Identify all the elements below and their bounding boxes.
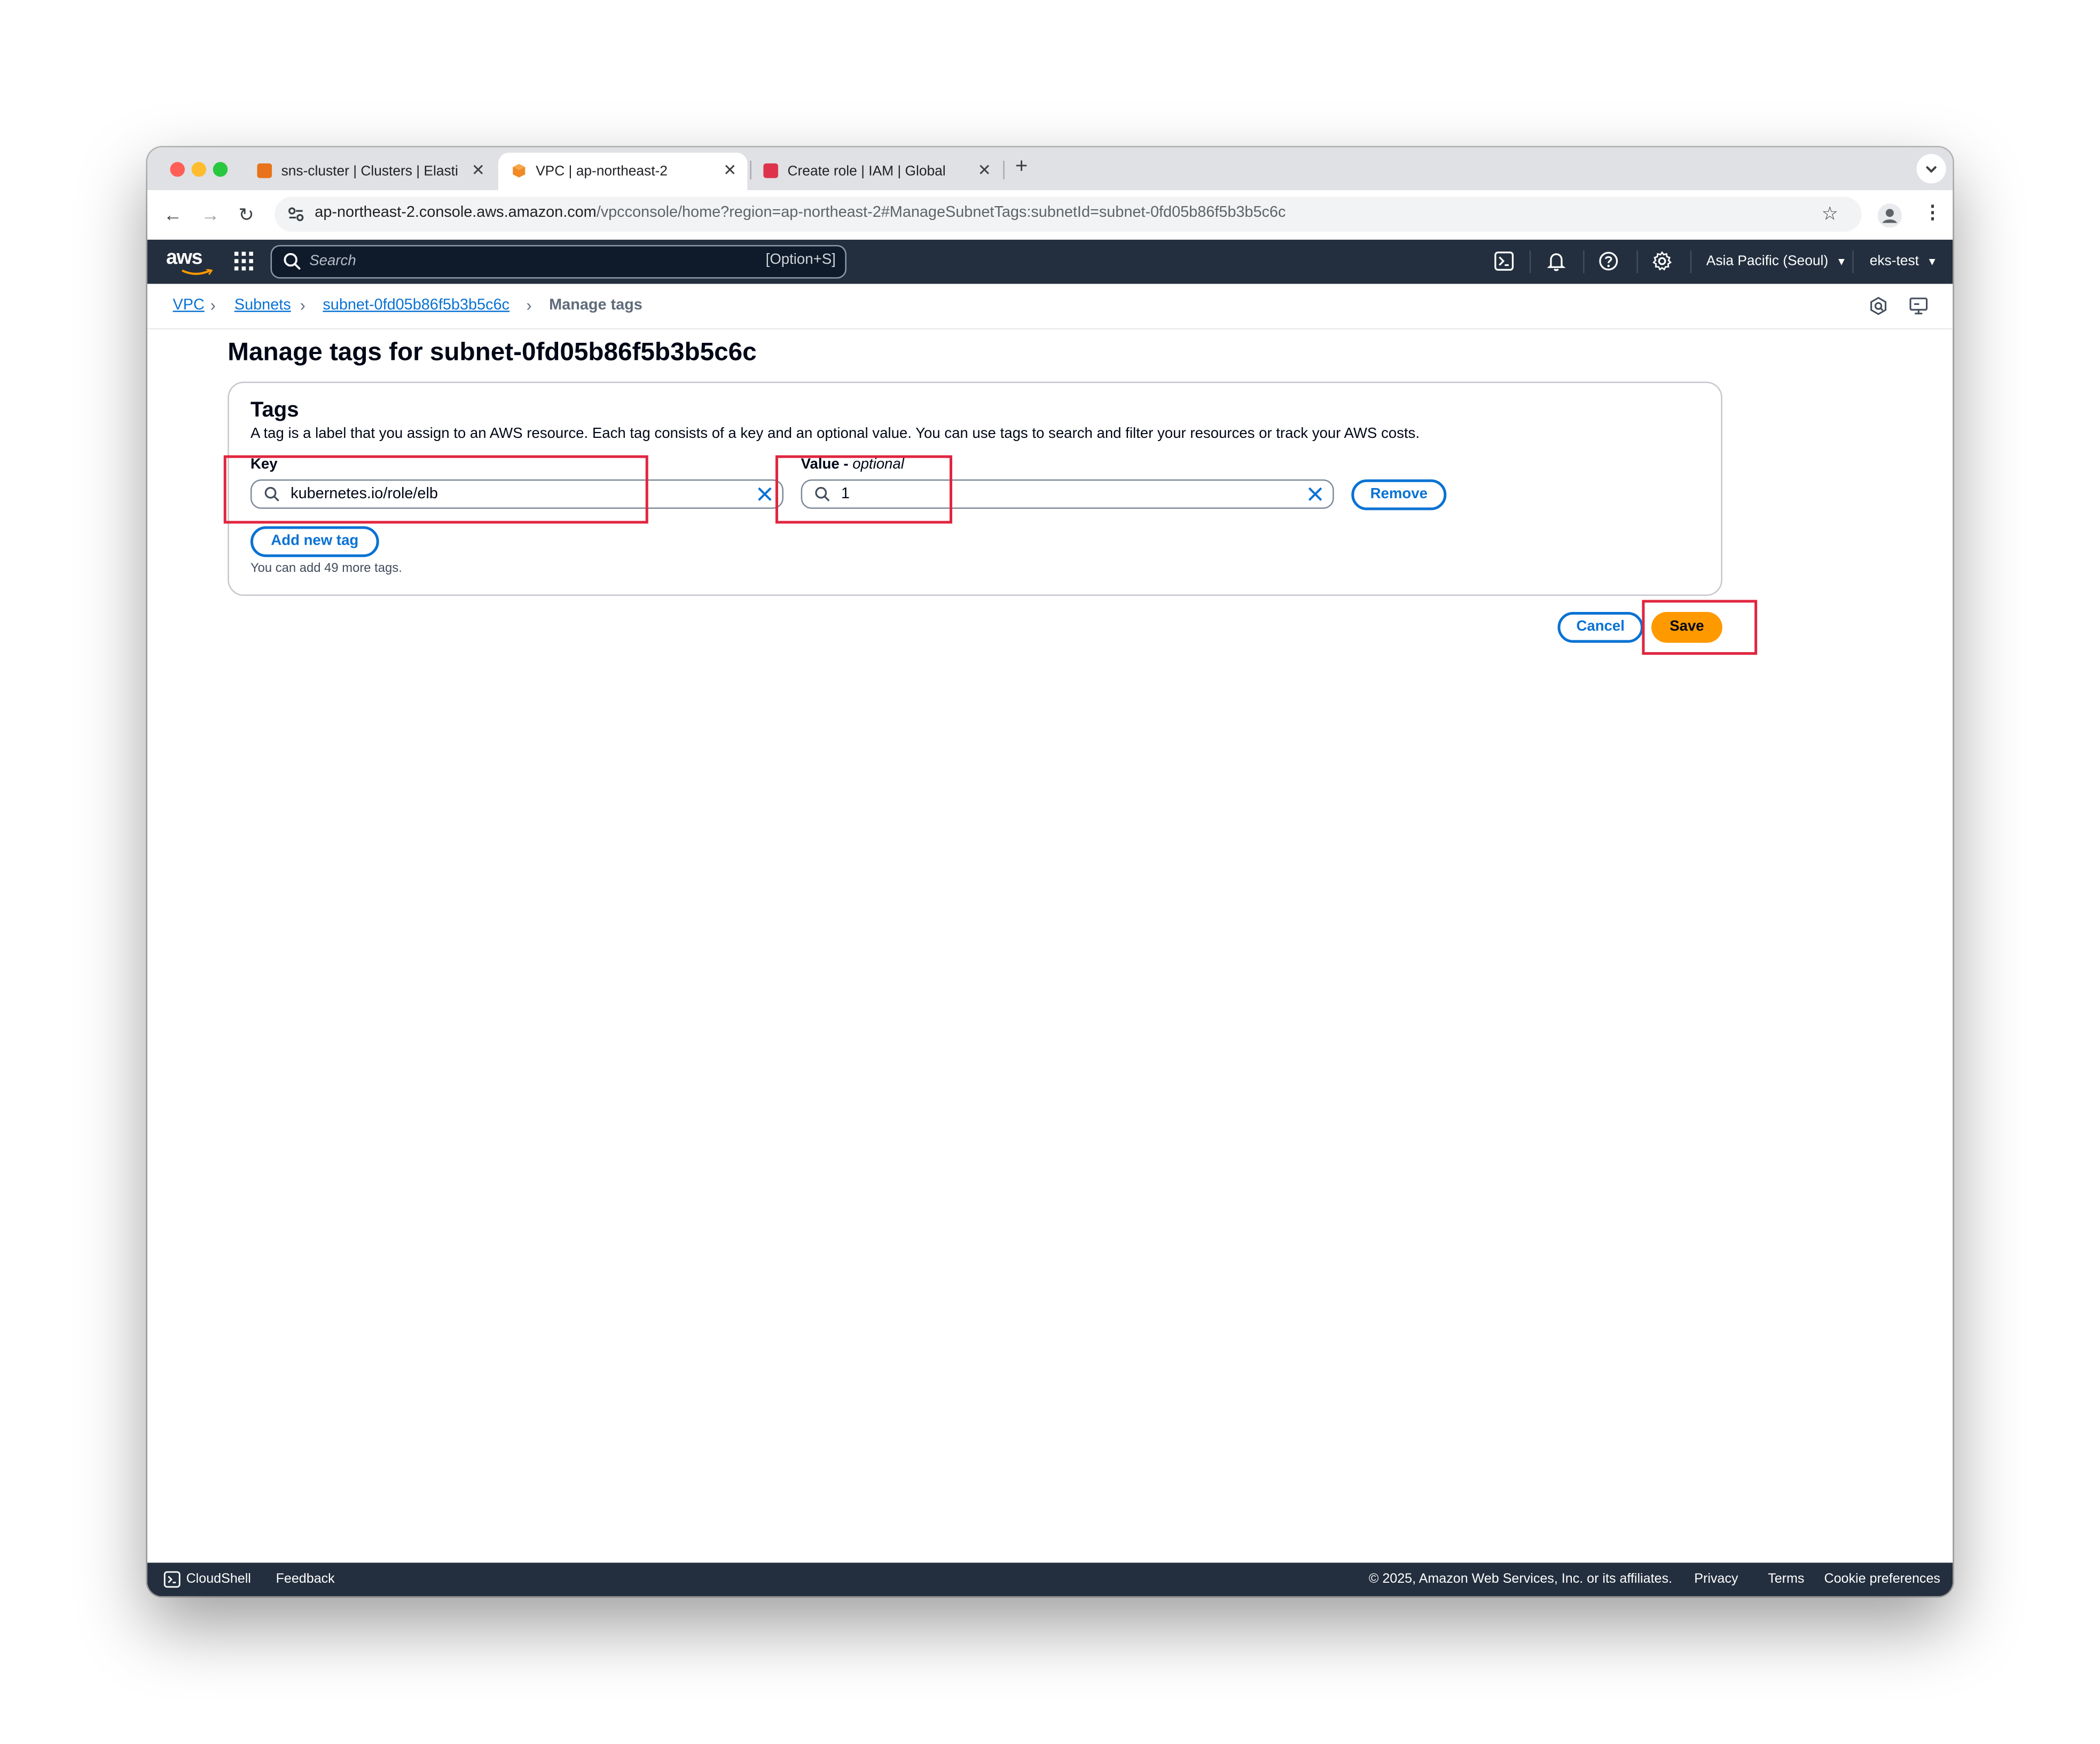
browser-menu-icon[interactable]: ⋮ <box>1923 201 1942 224</box>
tab-vpc[interactable]: VPC | ap-northeast-2 ✕ <box>498 152 748 191</box>
notifications-bell-icon[interactable] <box>1546 250 1567 272</box>
cancel-button[interactable]: Cancel <box>1557 612 1643 643</box>
tab-iam[interactable]: Create role | IAM | Global ✕ <box>750 153 1001 190</box>
breadcrumb-subnets[interactable]: Subnets <box>234 297 291 313</box>
iam-favicon-icon <box>763 163 778 178</box>
cloudshell-icon[interactable] <box>1493 250 1515 272</box>
console-footer: CloudShell Feedback © 2025, Amazon Web S… <box>147 1562 1953 1597</box>
tab-eks-cluster[interactable]: sns-cluster | Clusters | Elastic ✕ <box>244 153 495 190</box>
profile-avatar-icon[interactable] <box>1877 203 1902 228</box>
tags-description: A tag is a label that you assign to an A… <box>250 426 1420 442</box>
tab-title: Create role | IAM | Global <box>787 163 946 180</box>
chevron-right-icon: › <box>300 296 305 315</box>
tab-strip: sns-cluster | Clusters | Elastic ✕ VPC |… <box>147 147 1953 191</box>
vpc-favicon-icon <box>513 164 526 178</box>
display-settings-icon[interactable] <box>1908 296 1929 316</box>
browser-window: sns-cluster | Clusters | Elastic ✕ VPC |… <box>147 147 1953 1597</box>
clear-value-icon[interactable] <box>1307 486 1323 502</box>
header-divider <box>1690 250 1692 273</box>
search-icon <box>284 253 301 270</box>
close-window-button[interactable] <box>170 162 185 177</box>
chevron-down-icon <box>1925 166 1937 173</box>
tab-search-button[interactable] <box>1916 154 1946 184</box>
recent-activity-icon[interactable] <box>1868 296 1889 316</box>
header-divider <box>1529 250 1531 273</box>
bookmark-star-icon[interactable]: ☆ <box>1821 202 1838 225</box>
account-menu[interactable]: eks-test ▼ <box>1870 253 1938 269</box>
tags-heading: Tags <box>250 399 299 422</box>
breadcrumb-current: Manage tags <box>549 297 642 313</box>
new-tab-button[interactable]: + <box>1015 155 1028 179</box>
chevron-right-icon: › <box>210 296 216 315</box>
tab-separator <box>1003 160 1005 180</box>
feedback-link[interactable]: Feedback <box>276 1572 335 1587</box>
highlight-value-box <box>775 455 952 524</box>
tab-title: sns-cluster | Clusters | Elastic <box>281 163 458 180</box>
clear-key-icon[interactable] <box>757 486 773 502</box>
settings-gear-icon[interactable] <box>1651 250 1673 272</box>
aws-console-header: aws Search [Option+S] Asia Pacific (Seou… <box>147 239 1953 284</box>
aws-logo[interactable]: aws <box>166 246 203 269</box>
highlight-key-box <box>223 455 648 524</box>
highlight-save-box <box>1642 600 1758 655</box>
screenshot-stage: sns-cluster | Clusters | Elastic ✕ VPC |… <box>0 0 2100 1744</box>
privacy-link[interactable]: Privacy <box>1694 1572 1738 1587</box>
url-text[interactable]: ap-northeast-2.console.aws.amazon.com/vp… <box>315 205 1286 221</box>
help-icon[interactable] <box>1598 250 1619 272</box>
page-title: Manage tags for subnet-0fd05b86f5b3b5c6c <box>228 339 757 367</box>
search-placeholder: Search <box>309 253 356 270</box>
zoom-window-button[interactable] <box>213 162 228 177</box>
tab-title: VPC | ap-northeast-2 <box>536 163 668 180</box>
header-divider <box>1636 250 1638 273</box>
region-selector[interactable]: Asia Pacific (Seoul) ▼ <box>1706 253 1847 269</box>
cookie-preferences-link[interactable]: Cookie preferences <box>1824 1572 1940 1587</box>
add-new-tag-button[interactable]: Add new tag <box>250 526 379 557</box>
services-grid-icon[interactable] <box>234 252 253 271</box>
browser-toolbar: ← → ↻ ap-northeast-2.console.aws.amazon.… <box>147 190 1953 241</box>
url-path: /vpcconsole/home?region=ap-northeast-2#M… <box>596 205 1286 221</box>
reload-icon[interactable]: ↻ <box>238 201 254 227</box>
minimize-window-button[interactable] <box>191 162 207 177</box>
region-label: Asia Pacific (Seoul) <box>1706 253 1829 270</box>
close-tab-icon[interactable]: ✕ <box>978 161 991 179</box>
caret-down-icon: ▼ <box>1836 255 1847 268</box>
copyright-text: © 2025, Amazon Web Services, Inc. or its… <box>1368 1572 1673 1587</box>
account-label: eks-test <box>1869 253 1919 270</box>
breadcrumb-vpc[interactable]: VPC <box>173 297 204 313</box>
close-tab-icon[interactable]: ✕ <box>723 161 736 179</box>
aws-smile-icon <box>182 269 213 275</box>
forward-arrow-icon[interactable]: → <box>201 201 220 227</box>
header-divider <box>1852 250 1854 273</box>
remove-tag-button[interactable]: Remove <box>1351 479 1447 510</box>
cloudshell-icon <box>163 1571 181 1588</box>
site-settings-icon[interactable] <box>287 205 305 224</box>
close-tab-icon[interactable]: ✕ <box>472 161 485 179</box>
caret-down-icon: ▼ <box>1926 255 1938 268</box>
eks-favicon-icon <box>257 163 272 178</box>
remaining-tags-hint: You can add 49 more tags. <box>250 561 402 576</box>
back-arrow-icon[interactable]: ← <box>163 201 182 227</box>
breadcrumb: VPC › Subnets › subnet-0fd05b86f5b3b5c6c… <box>147 284 1953 329</box>
header-divider <box>1583 250 1585 273</box>
url-host: ap-northeast-2.console.aws.amazon.com <box>315 205 597 221</box>
cloudshell-link[interactable]: CloudShell <box>186 1572 251 1587</box>
terms-link[interactable]: Terms <box>1768 1572 1804 1587</box>
address-bar[interactable]: ap-northeast-2.console.aws.amazon.com/vp… <box>275 197 1862 232</box>
breadcrumb-subnet-id[interactable]: subnet-0fd05b86f5b3b5c6c <box>323 297 510 313</box>
search-shortcut: [Option+S] <box>765 252 836 268</box>
console-search-input[interactable]: Search [Option+S] <box>270 245 847 279</box>
chevron-right-icon: › <box>526 296 532 315</box>
